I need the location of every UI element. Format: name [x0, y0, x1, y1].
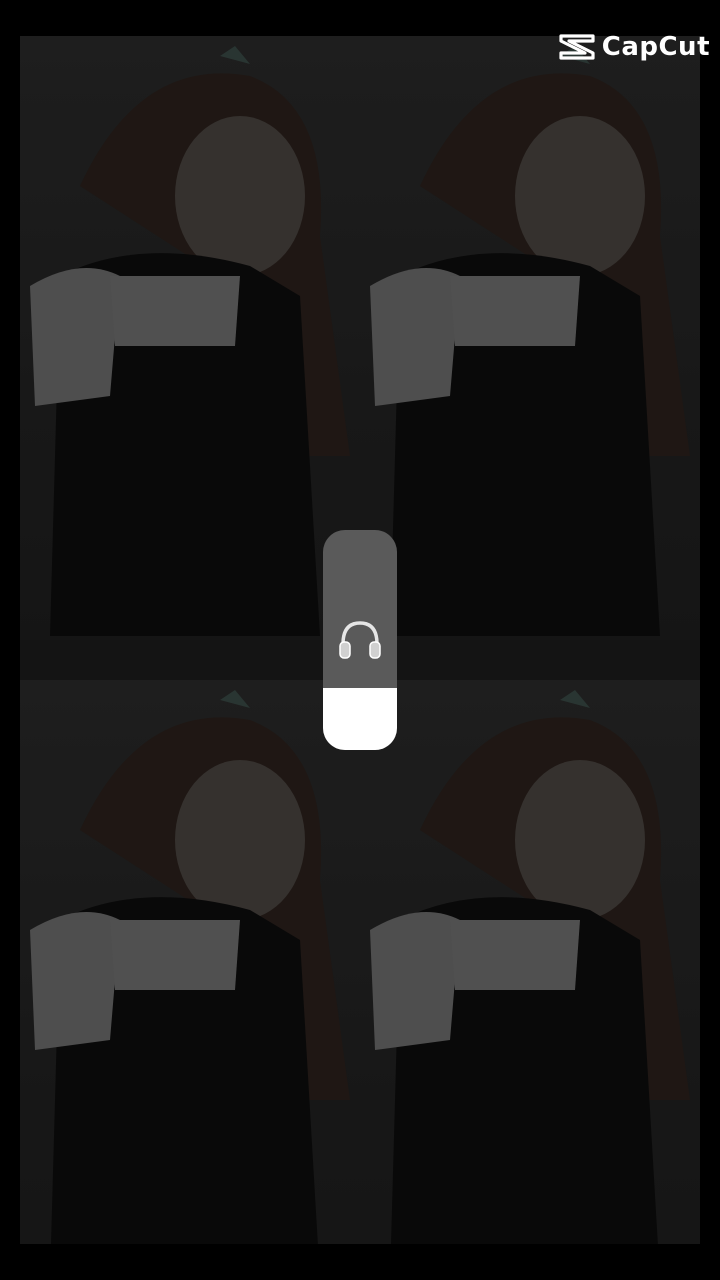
- person-image: [370, 690, 690, 1244]
- capcut-brand-text: CapCut: [601, 32, 710, 62]
- volume-slider[interactable]: [323, 530, 397, 750]
- video-tile-top-left: [20, 36, 360, 640]
- person-image: [30, 690, 350, 1244]
- headphones-icon: [339, 621, 381, 659]
- video-tile-top-right: [360, 36, 700, 640]
- volume-level-fill: [323, 688, 397, 750]
- video-tile-bottom-left: [20, 680, 360, 1244]
- capcut-logo-icon: [559, 34, 595, 60]
- person-image: [370, 46, 690, 636]
- video-tile-bottom-right: [360, 680, 700, 1244]
- person-image: [30, 46, 350, 636]
- capcut-watermark: CapCut: [558, 32, 710, 62]
